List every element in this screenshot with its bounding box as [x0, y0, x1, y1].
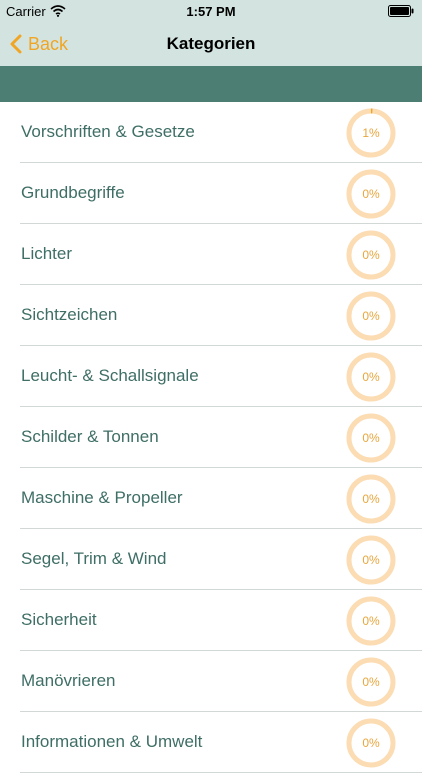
- progress-ring: 1%: [346, 108, 396, 158]
- header-band: [0, 66, 422, 102]
- progress-percent: 0%: [362, 431, 380, 445]
- category-row[interactable]: Maschine & Propeller 0%: [0, 468, 422, 529]
- progress-ring: 0%: [346, 413, 396, 463]
- category-row[interactable]: Informationen & Umwelt 0%: [0, 712, 422, 773]
- category-row[interactable]: Lichter 0%: [0, 224, 422, 285]
- progress-ring: 0%: [346, 657, 396, 707]
- progress-ring: 0%: [346, 352, 396, 402]
- progress-percent: 0%: [362, 248, 380, 262]
- progress-ring: 0%: [346, 596, 396, 646]
- progress-ring: 0%: [346, 718, 396, 768]
- category-label: Maschine & Propeller: [21, 488, 183, 507]
- navigation-bar: Back Kategorien: [0, 22, 422, 66]
- status-time: 1:57 PM: [186, 4, 236, 19]
- progress-ring: 0%: [346, 230, 396, 280]
- category-label: Schilder & Tonnen: [21, 427, 159, 446]
- category-row[interactable]: Leucht- & Schallsignale 0%: [0, 346, 422, 407]
- category-row[interactable]: Grundbegriffe 0%: [0, 163, 422, 224]
- category-row[interactable]: Sicherheit 0%: [0, 590, 422, 651]
- progress-percent: 0%: [362, 736, 380, 750]
- category-list: Vorschriften & Gesetze 1% Grundbegriffe 0% L…: [0, 102, 422, 773]
- category-label: Manövrieren: [21, 671, 116, 690]
- category-label: Lichter: [21, 244, 73, 263]
- category-row[interactable]: Sichtzeichen 0%: [0, 285, 422, 346]
- category-row[interactable]: Manövrieren 0%: [0, 651, 422, 712]
- category-row[interactable]: Schilder & Tonnen 0%: [0, 407, 422, 468]
- progress-percent: 0%: [362, 553, 380, 567]
- progress-ring: 0%: [346, 535, 396, 585]
- category-row[interactable]: Vorschriften & Gesetze 1%: [0, 102, 422, 163]
- category-label: Segel, Trim & Wind: [21, 549, 167, 568]
- category-label: Sichtzeichen: [21, 305, 118, 324]
- status-bar: Carrier 1:57 PM: [0, 0, 422, 22]
- category-label: Sicherheit: [21, 610, 97, 629]
- progress-ring: 0%: [346, 291, 396, 341]
- progress-percent: 1%: [362, 126, 380, 140]
- progress-ring: 0%: [346, 169, 396, 219]
- category-label: Leucht- & Schallsignale: [21, 366, 199, 385]
- progress-percent: 0%: [362, 309, 380, 323]
- battery-icon: [388, 5, 414, 20]
- category-row[interactable]: Segel, Trim & Wind 0%: [0, 529, 422, 590]
- progress-percent: 0%: [362, 492, 380, 506]
- category-label: Grundbegriffe: [21, 183, 125, 202]
- progress-percent: 0%: [362, 614, 380, 628]
- page-title: Kategorien: [166, 34, 256, 53]
- category-label: Vorschriften & Gesetze: [21, 122, 195, 141]
- progress-percent: 0%: [362, 675, 380, 689]
- progress-percent: 0%: [362, 370, 380, 384]
- category-label: Informationen & Umwelt: [21, 732, 203, 751]
- progress-percent: 0%: [362, 187, 380, 201]
- top-bar: Carrier 1:57 PM Back Kategorien: [0, 0, 422, 66]
- progress-ring: 0%: [346, 474, 396, 524]
